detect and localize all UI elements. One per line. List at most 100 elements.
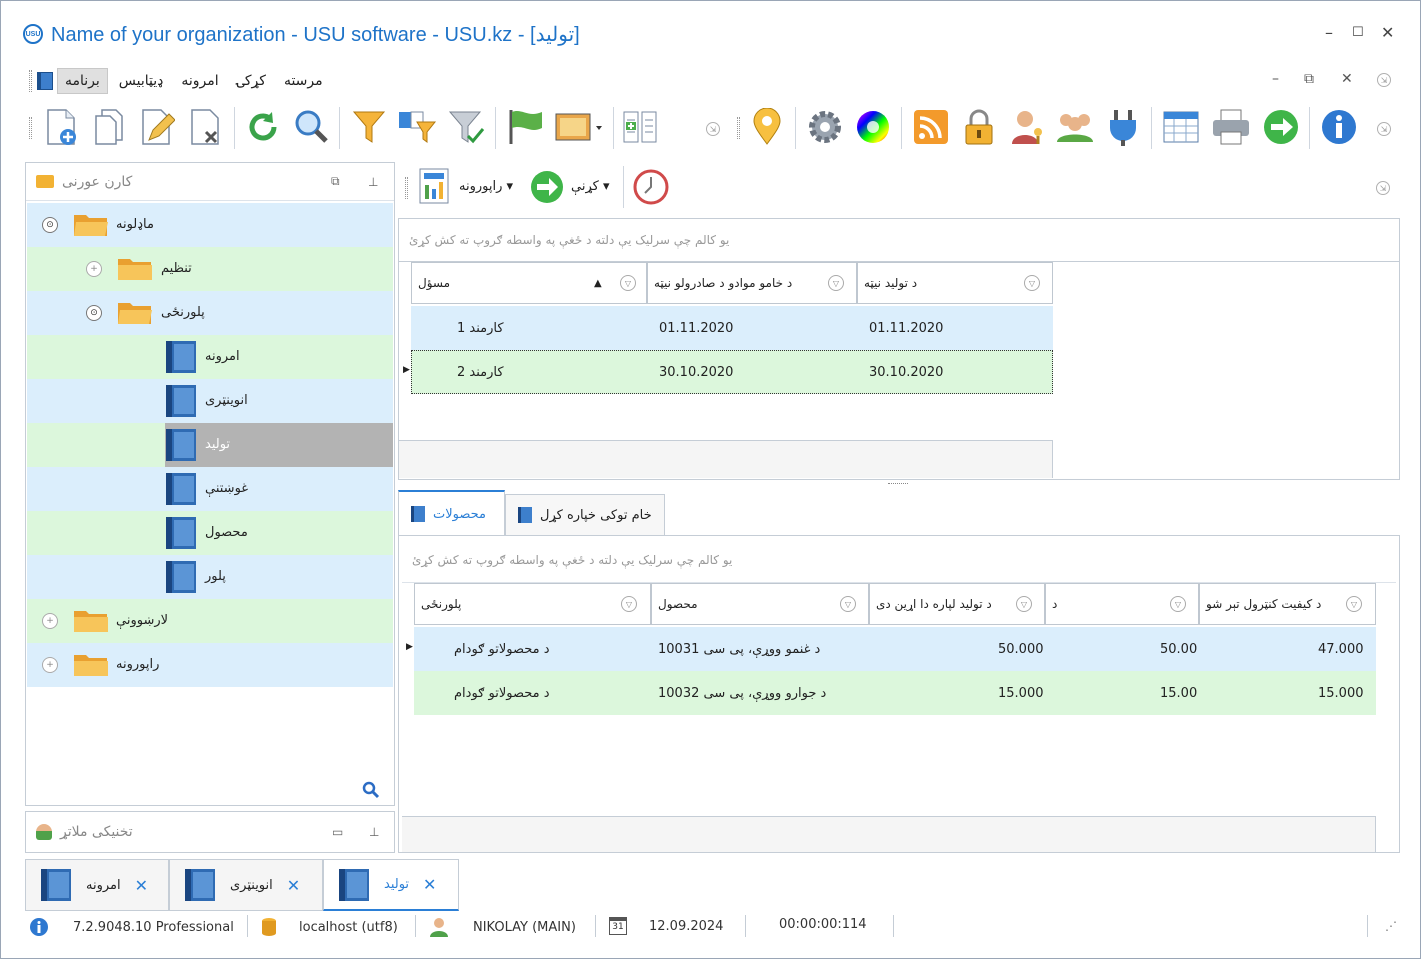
tree-item-product[interactable]: محصول — [27, 511, 393, 555]
column-header-production-date[interactable]: د تولید نیټه ▽ — [857, 262, 1053, 304]
flag-icon[interactable] — [503, 105, 547, 149]
column-header-store[interactable]: پلورنځی ▽ — [414, 583, 651, 625]
user-key-icon[interactable] — [1005, 105, 1049, 149]
menu-help[interactable]: مرسته — [277, 69, 330, 93]
mdi-restore-button[interactable]: ⧉ — [1304, 71, 1314, 87]
toolbar-grip[interactable] — [29, 117, 32, 139]
toolbar-options-icon-2[interactable]: ⇲ — [1377, 122, 1391, 136]
action-forward-icon[interactable] — [529, 169, 565, 205]
filter-icon[interactable]: ▽ — [620, 275, 636, 291]
color-wheel-icon[interactable] — [851, 105, 895, 149]
table-row-selected[interactable]: ▶ کارمند 2 30.10.2020 30.10.2020 — [399, 350, 1053, 394]
column-header-raw-issue-date[interactable]: د خامو موادو د صادرولو نیټه ▽ — [647, 262, 857, 304]
mdi-close-button[interactable]: ✕ — [1341, 71, 1353, 87]
map-pin-icon[interactable] — [745, 105, 789, 149]
panel-minimize-icon[interactable]: ▭ — [332, 825, 343, 839]
toolbar-grip-2[interactable] — [737, 117, 740, 139]
filter-icon[interactable]: ▽ — [621, 596, 637, 612]
close-tab-icon[interactable]: ✕ — [423, 875, 436, 894]
collapse-icon[interactable]: ⊙ — [86, 305, 102, 321]
maximize-button[interactable]: ☐ — [1352, 25, 1364, 40]
panel-pin-icon[interactable]: ⊥ — [369, 825, 379, 839]
reports-dropdown[interactable]: راپورونه ▾ — [459, 179, 513, 194]
tree-item-requests[interactable]: غوښتنې — [27, 467, 393, 511]
column-header-product[interactable]: محصول ▽ — [651, 583, 869, 625]
tab-raw-materials[interactable]: خام توکی خپاره کړل — [505, 494, 665, 536]
filter-icon[interactable]: ▽ — [828, 275, 844, 291]
filter-apply-icon[interactable] — [445, 105, 489, 149]
delete-record-icon[interactable] — [183, 105, 227, 149]
tree-search-icon[interactable] — [362, 781, 380, 799]
tree-item-modules[interactable]: ⊙ ماډلونه — [27, 203, 393, 247]
table-icon[interactable] — [1159, 105, 1203, 149]
actions-dropdown[interactable]: کړنې ▾ — [571, 179, 610, 194]
report-icon[interactable] — [418, 167, 450, 205]
rss-feed-icon[interactable] — [909, 105, 953, 149]
toolbar-grip[interactable] — [405, 177, 408, 199]
column-header-responsible[interactable]: مسؤل ▲ ▽ — [411, 262, 647, 304]
doc-tab-orders[interactable]: امرونه ✕ — [25, 859, 169, 911]
menu-grip[interactable] — [29, 70, 32, 92]
add-record-icon[interactable] — [39, 105, 83, 149]
doc-tab-production[interactable]: تولید ✕ — [323, 859, 459, 911]
menu-window[interactable]: کړکۍ — [230, 69, 273, 93]
copy-record-icon[interactable] — [87, 105, 131, 149]
toolbar-options-icon[interactable]: ⇲ — [706, 122, 720, 136]
go-forward-icon[interactable] — [1259, 105, 1303, 149]
panel-float-icon[interactable]: ⧉ — [331, 174, 340, 189]
expand-icon[interactable]: + — [86, 261, 102, 277]
close-button[interactable]: ✕ — [1381, 23, 1394, 42]
search-icon[interactable] — [289, 105, 333, 149]
column-header-required-for-production[interactable]: د تولید لپاره دا اړین دی ▽ — [869, 583, 1045, 625]
tab-products[interactable]: محصولات — [398, 490, 505, 536]
refresh-icon[interactable] — [241, 105, 285, 149]
menu-options-icon[interactable]: ⇲ — [1377, 73, 1391, 87]
clock-icon[interactable] — [633, 169, 669, 205]
splitter-handle[interactable] — [888, 483, 908, 486]
filter-icon[interactable]: ▽ — [1024, 275, 1040, 291]
tree-item-guides[interactable]: + لارښوونې — [27, 599, 393, 643]
filter-icon[interactable]: ▽ — [1346, 596, 1362, 612]
settings-gear-icon[interactable] — [803, 105, 847, 149]
tree-item-store[interactable]: ⊙ پلورنځی — [27, 291, 393, 335]
close-tab-icon[interactable]: ✕ — [135, 876, 148, 895]
resize-grip-icon[interactable]: ⋰ — [1385, 919, 1397, 933]
filter-settings-icon[interactable] — [395, 105, 439, 149]
mdi-minimize-button[interactable]: – — [1272, 71, 1279, 87]
group-by-area-2[interactable]: یو کالم چې سرلیک یې دلته د ځغې په واسطه … — [402, 539, 1396, 583]
group-by-area[interactable]: یو کالم چې سرلیک یې دلته د ځغې په واسطه … — [398, 218, 1400, 262]
filter-icon[interactable]: ▽ — [840, 596, 856, 612]
column-header-quality-control[interactable]: د کیفیت کنټرول تېر شو ▽ — [1199, 583, 1376, 625]
panel-pin-icon[interactable]: ⊥ — [368, 175, 378, 189]
menu-commands[interactable]: امرونه — [174, 69, 225, 93]
tree-item-production[interactable]: تولید — [27, 423, 393, 467]
filter-icon[interactable]: ▽ — [1016, 596, 1032, 612]
table-row[interactable]: کارمند 1 01.11.2020 01.11.2020 — [411, 306, 1053, 350]
menu-database[interactable]: ډیټابیس — [112, 69, 171, 93]
minimize-button[interactable]: – — [1325, 23, 1333, 42]
edit-record-icon[interactable] — [135, 105, 179, 149]
expand-icon[interactable]: + — [42, 613, 58, 629]
columns-icon[interactable] — [619, 105, 663, 149]
menu-program[interactable]: برنامه — [57, 68, 108, 94]
tech-support-panel[interactable]: تخنیکی ملاتړ ▭ ⊥ — [25, 811, 395, 853]
image-dropdown-icon[interactable] — [551, 105, 607, 149]
close-tab-icon[interactable]: ✕ — [287, 876, 300, 895]
tree-item-orders[interactable]: امرونه — [27, 335, 393, 379]
lock-icon[interactable] — [957, 105, 1001, 149]
toolbar-options-icon[interactable]: ⇲ — [1376, 181, 1390, 195]
doc-tab-inventory[interactable]: انوینټری ✕ — [169, 859, 323, 911]
print-icon[interactable] — [1209, 105, 1253, 149]
users-group-icon[interactable] — [1053, 105, 1097, 149]
table-row[interactable]: د محصولاتو ګودام د جوارو ووړې، پی سی 100… — [402, 671, 1376, 715]
expand-icon[interactable]: + — [42, 657, 58, 673]
collapse-icon[interactable]: ⊙ — [42, 217, 58, 233]
tree-item-inventory[interactable]: انوینټری — [27, 379, 393, 423]
tree-item-settings[interactable]: + تنظیم — [27, 247, 393, 291]
table-row[interactable]: ▶ د محصولاتو ګودام د غنمو ووړې، پی سی 10… — [402, 627, 1376, 671]
tree-item-reports[interactable]: + راپورونه — [27, 643, 393, 687]
plugin-icon[interactable] — [1101, 105, 1145, 149]
column-header-d[interactable]: د ▽ — [1045, 583, 1199, 625]
tree-item-sales[interactable]: پلور — [27, 555, 393, 599]
filter-icon[interactable] — [347, 105, 391, 149]
